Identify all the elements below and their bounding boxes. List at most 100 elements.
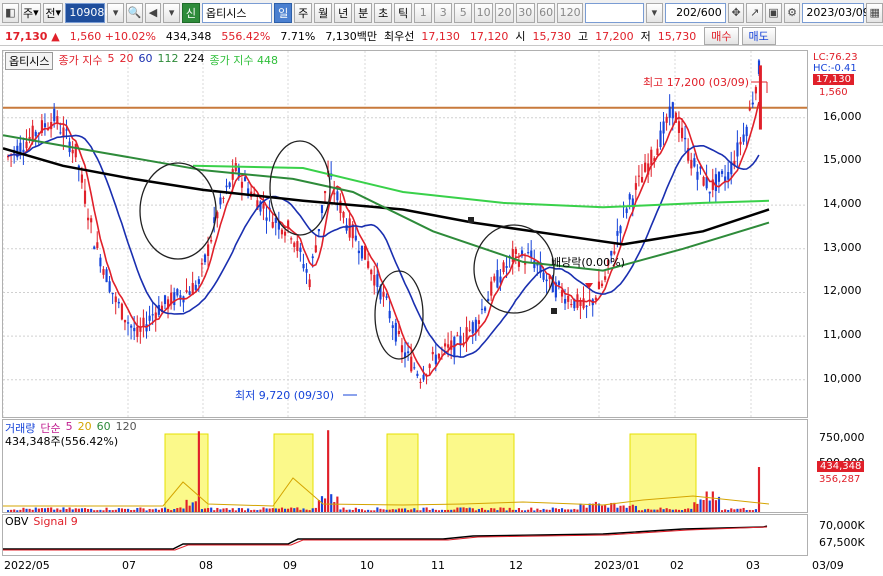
- stock-name-field[interactable]: 옵티시스: [201, 2, 273, 23]
- volume-bar: [690, 508, 693, 512]
- interval-custom-input[interactable]: [584, 2, 644, 23]
- crosshair-icon[interactable]: ✥: [727, 2, 745, 23]
- volume-bar: [576, 509, 579, 512]
- search-icon[interactable]: 🔍: [126, 2, 143, 23]
- trade-amount: 7,130백만: [325, 30, 378, 43]
- volume-bar: [302, 508, 305, 512]
- buy-button[interactable]: 매수: [704, 27, 739, 45]
- candle-body: [290, 238, 293, 240]
- candle-body: [99, 257, 102, 267]
- interval-dropdown-icon[interactable]: ▾: [646, 2, 663, 23]
- tab-period-minute[interactable]: 분: [354, 2, 373, 23]
- tab-interval-30[interactable]: 30: [515, 2, 535, 23]
- obv-label[interactable]: OBV: [5, 515, 28, 528]
- volume-bar: [34, 507, 37, 512]
- legend-ma5[interactable]: 5: [107, 52, 114, 70]
- volume-bar: [524, 510, 527, 512]
- volume-bar: [419, 510, 422, 512]
- price-chart[interactable]: 최고 17,200 (03/09) 최저 9,720 (09/30) 배당락(0.0…: [2, 51, 807, 417]
- chevron-down-icon[interactable]: ▾: [163, 2, 180, 23]
- volume-bar: [40, 508, 44, 512]
- volume-bar: [545, 509, 548, 512]
- volume-bar: [548, 509, 551, 512]
- volume-bar: [37, 508, 40, 512]
- candle-body: [637, 175, 641, 177]
- tab-period-tick[interactable]: 틱: [394, 2, 413, 23]
- price-chart-panel[interactable]: 최고 17,200 (03/09) 최저 9,720 (09/30) 배당락(0.0…: [2, 50, 808, 418]
- volume-bar: [702, 500, 705, 512]
- market-select[interactable]: 전 ▾: [43, 2, 64, 23]
- code-dropdown-icon[interactable]: ▾: [107, 2, 124, 23]
- candle-body: [616, 231, 619, 236]
- sell-button[interactable]: 매도: [741, 27, 776, 45]
- volume-bar: [742, 507, 745, 512]
- calendar-icon[interactable]: ▦: [866, 2, 883, 23]
- gear-icon[interactable]: ⚙: [783, 2, 801, 23]
- tab-period-second[interactable]: 초: [374, 2, 393, 23]
- candle-body: [154, 312, 157, 319]
- volume-bar: [394, 509, 397, 512]
- candle-body: [662, 121, 665, 134]
- tab-interval-3[interactable]: 3: [434, 2, 453, 23]
- tab-interval-120[interactable]: 120: [557, 2, 583, 23]
- tab-interval-10[interactable]: 10: [474, 2, 494, 23]
- volume-bar: [453, 509, 456, 512]
- volume-bar: [471, 508, 474, 512]
- tab-interval-1[interactable]: 1: [414, 2, 433, 23]
- volume-bar: [330, 494, 333, 512]
- volume-bar: [333, 502, 336, 512]
- candle-body: [376, 274, 379, 287]
- legend-ma448[interactable]: 종가 지수 448: [209, 52, 277, 70]
- tab-interval-60[interactable]: 60: [536, 2, 556, 23]
- volume-ma120[interactable]: 120: [116, 420, 137, 436]
- draw-line-icon[interactable]: ↗: [746, 2, 764, 23]
- volume-bar: [259, 509, 262, 512]
- volume-bar: [203, 508, 207, 512]
- tab-period-week[interactable]: 주: [294, 2, 313, 23]
- candle-body: [203, 254, 207, 263]
- volume-bar: [579, 503, 582, 512]
- volume-bar: [567, 509, 570, 512]
- change-tag: 1,560: [819, 87, 848, 98]
- candle-body: [397, 330, 401, 335]
- obv-chart[interactable]: [3, 515, 807, 555]
- candle-body: [117, 301, 120, 304]
- candle-body: [751, 102, 754, 105]
- tab-interval-5[interactable]: 5: [454, 2, 473, 23]
- legend-ma112[interactable]: 112: [157, 52, 178, 70]
- save-icon[interactable]: ▣: [765, 2, 782, 23]
- candle-body: [720, 170, 724, 174]
- date-field[interactable]: 2023/03/09: [802, 2, 870, 23]
- volume-bar: [154, 508, 157, 512]
- volume-bar: [656, 509, 659, 512]
- volume-bar: [527, 509, 530, 512]
- volume-bar: [167, 508, 170, 512]
- obv-chart-panel[interactable]: [2, 514, 808, 556]
- volume-bar: [514, 509, 517, 512]
- tab-period-month[interactable]: 월: [314, 2, 333, 23]
- candle-body: [130, 325, 133, 328]
- volume-bar: [490, 508, 493, 512]
- tab-interval-20[interactable]: 20: [495, 2, 514, 23]
- candle-body: [336, 191, 339, 201]
- tab-period-year[interactable]: 년: [334, 2, 353, 23]
- candle-body: [133, 327, 136, 332]
- volume-bar: [262, 507, 265, 512]
- obv-tick-67500k: 67,500K: [819, 536, 865, 549]
- legend-ma20[interactable]: 20: [119, 52, 133, 70]
- volume-bar: [47, 507, 50, 512]
- stock-code-input[interactable]: 109080: [65, 2, 111, 23]
- bar-count-field[interactable]: 202/600: [664, 2, 726, 23]
- legend-ma-label[interactable]: 종가 지수: [58, 52, 102, 70]
- speaker-icon[interactable]: ◀: [144, 2, 162, 23]
- legend-stock-name[interactable]: 옵티시스: [5, 52, 54, 70]
- lc-label: LC:76.23: [813, 52, 858, 63]
- volume-bar: [407, 510, 410, 512]
- tab-period-day[interactable]: 일: [274, 2, 293, 23]
- layout-icon[interactable]: ◧: [2, 2, 19, 23]
- obv-signal-label[interactable]: Signal 9: [33, 515, 77, 528]
- legend-ma224[interactable]: 224: [183, 52, 204, 70]
- volume-bar: [517, 508, 521, 512]
- legend-ma60[interactable]: 60: [138, 52, 152, 70]
- period-select[interactable]: 주 ▾: [20, 2, 41, 23]
